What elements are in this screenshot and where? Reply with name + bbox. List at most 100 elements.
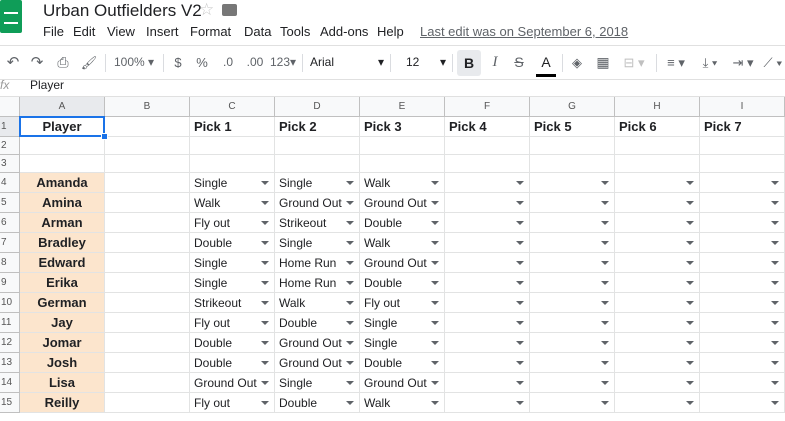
chevron-down-icon[interactable] <box>771 181 779 185</box>
chevron-down-icon[interactable] <box>431 201 439 205</box>
pick-dropdown-cell[interactable]: Double <box>360 273 445 293</box>
row-header-4[interactable]: 4 <box>0 173 20 193</box>
player-name-cell[interactable]: German <box>20 293 105 313</box>
menu-file[interactable]: File <box>43 24 64 39</box>
pick-dropdown-cell[interactable]: Double <box>190 333 275 353</box>
pick-dropdown-cell[interactable]: Home Run <box>275 253 360 273</box>
empty-cell[interactable] <box>105 233 190 253</box>
row-header-7[interactable]: 7 <box>0 233 20 253</box>
pick-dropdown-cell[interactable] <box>530 233 615 253</box>
pick-dropdown-cell[interactable]: Single <box>275 233 360 253</box>
pick-dropdown-cell[interactable] <box>700 293 785 313</box>
pick-dropdown-cell[interactable]: Ground Out <box>275 353 360 373</box>
empty-cell[interactable] <box>700 137 785 155</box>
pick-dropdown-cell[interactable]: Walk <box>360 393 445 413</box>
chevron-down-icon[interactable] <box>771 201 779 205</box>
chevron-down-icon[interactable] <box>261 361 269 365</box>
pick-dropdown-cell[interactable] <box>615 173 700 193</box>
player-name-cell[interactable]: Amina <box>20 193 105 213</box>
pick-dropdown-cell[interactable] <box>700 193 785 213</box>
pick-dropdown-cell[interactable] <box>445 393 530 413</box>
empty-cell[interactable] <box>105 293 190 313</box>
pick-dropdown-cell[interactable] <box>615 273 700 293</box>
row-header-3[interactable]: 3 <box>0 155 20 173</box>
pick-dropdown-cell[interactable] <box>445 253 530 273</box>
empty-cell[interactable] <box>190 155 275 173</box>
increase-decimal-button[interactable]: .00 <box>243 46 267 79</box>
empty-cell[interactable] <box>20 137 105 155</box>
chevron-down-icon[interactable] <box>771 301 779 305</box>
pick-dropdown-cell[interactable] <box>530 273 615 293</box>
pick-dropdown-cell[interactable] <box>615 253 700 273</box>
chevron-down-icon[interactable] <box>686 321 694 325</box>
pick-dropdown-cell[interactable] <box>700 233 785 253</box>
header-cell[interactable]: Pick 1 <box>190 117 275 137</box>
chevron-down-icon[interactable] <box>686 241 694 245</box>
pick-dropdown-cell[interactable] <box>615 293 700 313</box>
menu-view[interactable]: View <box>107 24 135 39</box>
pick-dropdown-cell[interactable]: Single <box>275 173 360 193</box>
empty-cell[interactable] <box>360 137 445 155</box>
header-cell[interactable]: Pick 2 <box>275 117 360 137</box>
chevron-down-icon[interactable] <box>601 201 609 205</box>
pick-dropdown-cell[interactable] <box>700 253 785 273</box>
empty-cell[interactable] <box>105 393 190 413</box>
chevron-down-icon[interactable] <box>516 281 524 285</box>
pick-dropdown-cell[interactable]: Double <box>360 353 445 373</box>
chevron-down-icon[interactable] <box>431 401 439 405</box>
text-rotation-icon[interactable]: ⟋ ▾ <box>762 46 784 79</box>
chevron-down-icon[interactable] <box>431 361 439 365</box>
pick-dropdown-cell[interactable]: Single <box>190 253 275 273</box>
chevron-down-icon[interactable] <box>516 241 524 245</box>
chevron-down-icon[interactable] <box>431 281 439 285</box>
chevron-down-icon[interactable] <box>516 381 524 385</box>
pick-dropdown-cell[interactable] <box>530 373 615 393</box>
pick-dropdown-cell[interactable] <box>700 313 785 333</box>
chevron-down-icon[interactable] <box>346 361 354 365</box>
chevron-down-icon[interactable] <box>346 401 354 405</box>
chevron-down-icon[interactable] <box>431 341 439 345</box>
empty-cell[interactable] <box>20 155 105 173</box>
menu-data[interactable]: Data <box>244 24 271 39</box>
pick-dropdown-cell[interactable]: Fly out <box>190 213 275 233</box>
row-header-14[interactable]: 14 <box>0 373 20 393</box>
empty-cell[interactable] <box>105 137 190 155</box>
header-cell[interactable]: Pick 7 <box>700 117 785 137</box>
chevron-down-icon[interactable] <box>601 341 609 345</box>
pick-dropdown-cell[interactable]: Walk <box>190 193 275 213</box>
chevron-down-icon[interactable] <box>601 241 609 245</box>
row-header-5[interactable]: 5 <box>0 193 20 213</box>
column-header-f[interactable]: F <box>445 97 530 117</box>
pick-dropdown-cell[interactable] <box>445 233 530 253</box>
pick-dropdown-cell[interactable]: Single <box>360 313 445 333</box>
menu-insert[interactable]: Insert <box>146 24 179 39</box>
player-name-cell[interactable]: Josh <box>20 353 105 373</box>
chevron-down-icon[interactable] <box>601 381 609 385</box>
borders-icon[interactable]: ▦ <box>594 46 612 79</box>
menu-edit[interactable]: Edit <box>73 24 95 39</box>
font-family-select[interactable]: Arial ▾ <box>310 46 390 79</box>
chevron-down-icon[interactable] <box>771 381 779 385</box>
pick-dropdown-cell[interactable]: Home Run <box>275 273 360 293</box>
pick-dropdown-cell[interactable] <box>530 253 615 273</box>
decrease-decimal-button[interactable]: .0 <box>217 46 239 79</box>
pick-dropdown-cell[interactable] <box>530 313 615 333</box>
empty-cell[interactable] <box>105 173 190 193</box>
row-header-13[interactable]: 13 <box>0 353 20 373</box>
pick-dropdown-cell[interactable] <box>530 173 615 193</box>
pick-dropdown-cell[interactable]: Double <box>190 353 275 373</box>
menu-help[interactable]: Help <box>377 24 404 39</box>
chevron-down-icon[interactable] <box>686 361 694 365</box>
strikethrough-button[interactable]: S <box>510 46 528 79</box>
menu-tools[interactable]: Tools <box>280 24 310 39</box>
pick-dropdown-cell[interactable]: Fly out <box>360 293 445 313</box>
empty-cell[interactable] <box>105 155 190 173</box>
pick-dropdown-cell[interactable]: Double <box>275 393 360 413</box>
row-header-6[interactable]: 6 <box>0 213 20 233</box>
chevron-down-icon[interactable] <box>601 261 609 265</box>
empty-cell[interactable] <box>105 313 190 333</box>
column-header-i[interactable]: I <box>700 97 785 117</box>
chevron-down-icon[interactable] <box>261 321 269 325</box>
header-cell[interactable]: Pick 3 <box>360 117 445 137</box>
print-icon[interactable]: ⎙ <box>54 46 72 79</box>
